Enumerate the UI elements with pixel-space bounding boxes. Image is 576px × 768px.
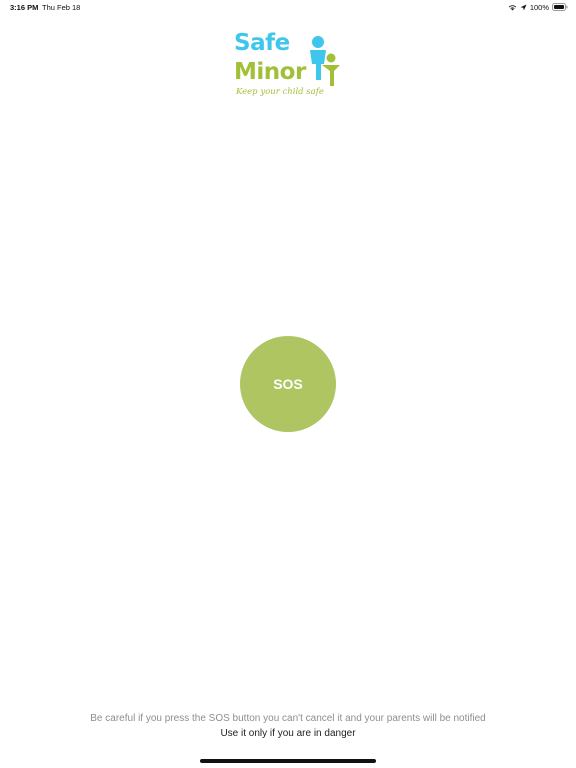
danger-note-text: Use it only if you are in danger bbox=[220, 728, 356, 739]
parent-child-icon bbox=[306, 34, 346, 95]
safe-minor-logo: Safe Minor Keep your child safe bbox=[226, 30, 350, 102]
app-screen: 3:16 PM Thu Feb 18 100% Safe Minor Keep … bbox=[0, 0, 576, 768]
home-indicator[interactable] bbox=[200, 759, 376, 763]
wifi-icon bbox=[508, 4, 517, 11]
battery-percentage: 100% bbox=[529, 3, 549, 12]
sos-warning-text: Be careful if you press the SOS button y… bbox=[90, 713, 486, 724]
sos-button[interactable]: SOS bbox=[240, 336, 336, 432]
location-arrow-icon bbox=[520, 4, 527, 11]
logo-word-safe: Safe bbox=[234, 30, 290, 56]
status-indicators: 100% bbox=[508, 2, 568, 12]
battery-icon bbox=[552, 3, 568, 11]
logo-word-minor: Minor bbox=[234, 59, 306, 85]
status-date: Thu Feb 18 bbox=[42, 3, 81, 12]
status-bar: 3:16 PM Thu Feb 18 100% bbox=[0, 0, 576, 14]
status-time: 3:16 PM bbox=[10, 3, 39, 12]
